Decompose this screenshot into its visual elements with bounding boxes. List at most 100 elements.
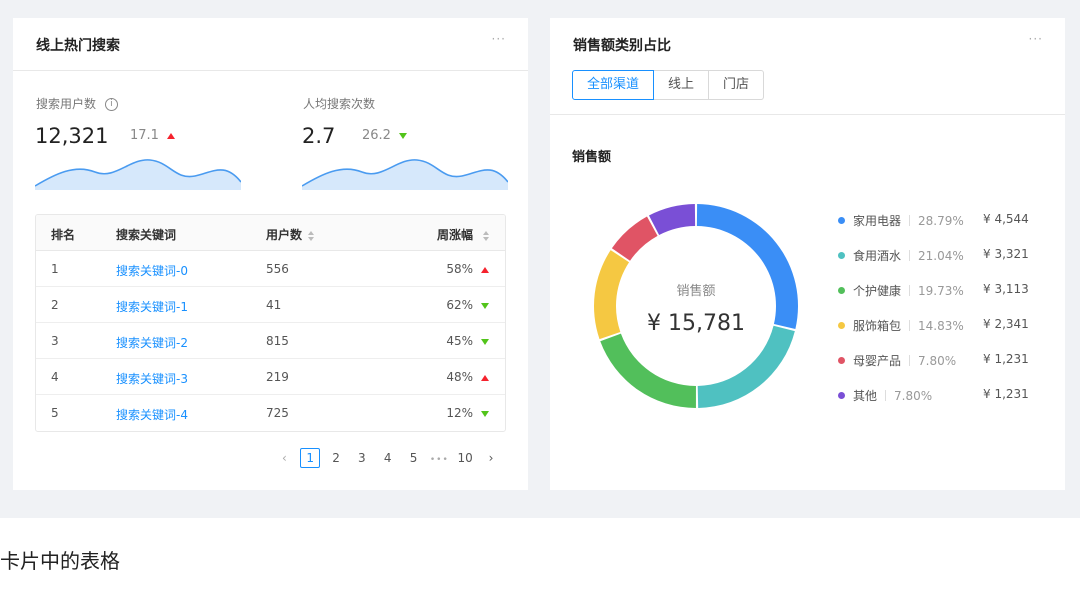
prev-page-icon[interactable]: ‹ bbox=[274, 448, 294, 468]
cell-users: 219 bbox=[266, 370, 289, 384]
more-icon[interactable]: ··· bbox=[492, 32, 506, 46]
search-users-value: 12,321 bbox=[35, 124, 109, 148]
legend-item[interactable]: 个护健康 19.73% ¥ 3,113 bbox=[838, 282, 1029, 298]
legend-amount: ¥ 3,321 bbox=[983, 247, 1029, 261]
page-5[interactable]: 5 bbox=[404, 448, 424, 468]
legend-item[interactable]: 母婴产品 7.80% ¥ 1,231 bbox=[838, 352, 1029, 368]
cell-users: 815 bbox=[266, 334, 289, 348]
keyword-link[interactable]: 搜索关键词-4 bbox=[116, 406, 188, 423]
page-10[interactable]: 10 bbox=[455, 448, 475, 468]
legend-percent: 21.04% bbox=[918, 248, 964, 263]
next-page-icon[interactable]: › bbox=[481, 448, 501, 468]
info-icon[interactable]: i bbox=[104, 98, 118, 111]
legend-amount: ¥ 1,231 bbox=[983, 352, 1029, 366]
page-4[interactable]: 4 bbox=[378, 448, 398, 468]
trend-down-icon bbox=[481, 302, 489, 309]
cell-change-text: 12% bbox=[446, 406, 473, 420]
avg-search-value: 2.7 bbox=[302, 124, 336, 148]
hot-search-title: 线上热门搜索 bbox=[36, 38, 120, 54]
sort-icon[interactable] bbox=[483, 230, 489, 241]
cell-users: 41 bbox=[266, 298, 282, 312]
trend-up-icon bbox=[481, 374, 489, 381]
legend-dot bbox=[838, 217, 845, 224]
search-users-label: 搜索用户数 i bbox=[36, 95, 118, 112]
page-2[interactable]: 2 bbox=[326, 448, 346, 468]
trend-down-icon bbox=[399, 132, 408, 139]
legend-percent: 7.80% bbox=[918, 353, 957, 368]
cell-change-text: 45% bbox=[446, 334, 473, 348]
hot-search-card-header: 线上热门搜索 ··· bbox=[13, 18, 528, 71]
search-users-sparkline bbox=[35, 159, 241, 190]
donut-slice-3[interactable]: 个护健康 bbox=[600, 333, 696, 408]
legend-item[interactable]: 食用酒水 21.04% ¥ 3,321 bbox=[838, 247, 1029, 263]
legend-amount: ¥ 4,544 bbox=[983, 212, 1029, 226]
legend-dot bbox=[838, 357, 845, 364]
cell-change: 12% bbox=[446, 406, 489, 420]
legend-name: 家用电器 bbox=[853, 214, 902, 228]
keyword-link[interactable]: 搜索关键词-2 bbox=[116, 334, 188, 351]
tab-store[interactable]: 门店 bbox=[708, 70, 765, 100]
trend-up-icon bbox=[167, 132, 176, 139]
legend-item[interactable]: 服饰箱包 14.83% ¥ 2,341 bbox=[838, 317, 1029, 333]
legend-item[interactable]: 家用电器 28.79% ¥ 4,544 bbox=[838, 212, 1029, 228]
cell-rank: 2 bbox=[51, 298, 59, 312]
cell-rank: 1 bbox=[51, 262, 59, 276]
search-users-label-text: 搜索用户数 bbox=[36, 97, 97, 111]
legend-percent: 14.83% bbox=[918, 318, 964, 333]
legend-amount: ¥ 3,113 bbox=[983, 282, 1029, 296]
cell-change: 58% bbox=[446, 262, 489, 276]
legend-dot bbox=[838, 392, 845, 399]
more-icon[interactable]: ··· bbox=[1029, 32, 1043, 46]
hot-search-table: 排名 搜索关键词 用户数 周涨幅 1 搜索关键词-0 556 58% 2 搜索关… bbox=[35, 214, 506, 432]
legend-name: 服饰箱包 bbox=[853, 319, 902, 333]
table-row: 4 搜索关键词-3 219 48% bbox=[36, 359, 505, 395]
tab-all-channels[interactable]: 全部渠道 bbox=[572, 70, 655, 100]
table-row: 3 搜索关键词-2 815 45% bbox=[36, 323, 505, 359]
cell-users: 725 bbox=[266, 406, 289, 420]
page-3[interactable]: 3 bbox=[352, 448, 372, 468]
col-rank: 排名 bbox=[51, 228, 76, 242]
legend-name: 食用酒水 bbox=[853, 249, 902, 263]
avg-search-sparkline bbox=[302, 159, 508, 190]
sales-category-title: 销售额类别占比 bbox=[573, 38, 671, 54]
trend-up-icon bbox=[481, 266, 489, 273]
legend-amount: ¥ 2,341 bbox=[983, 317, 1029, 331]
cell-rank: 3 bbox=[51, 334, 59, 348]
sales-donut-chart: 家用电器食用酒水个护健康服饰箱包母婴产品其他 bbox=[594, 204, 798, 408]
cell-rank: 5 bbox=[51, 406, 59, 420]
page-1[interactable]: 1 bbox=[300, 448, 321, 468]
donut-slice-6[interactable]: 其他 bbox=[648, 204, 696, 236]
tab-online[interactable]: 线上 bbox=[653, 70, 710, 100]
col-weekly-change-text: 周涨幅 bbox=[436, 228, 473, 242]
col-users-text: 用户数 bbox=[266, 228, 303, 242]
cell-change-text: 58% bbox=[446, 262, 473, 276]
col-weekly-change[interactable]: 周涨幅 bbox=[437, 226, 489, 243]
cell-rank: 4 bbox=[51, 370, 59, 384]
legend-name: 个护健康 bbox=[853, 284, 902, 298]
legend-amount: ¥ 1,231 bbox=[983, 387, 1029, 401]
legend-percent: 19.73% bbox=[918, 283, 964, 298]
donut-slice-5[interactable]: 母婴产品 bbox=[611, 216, 658, 261]
legend-percent: 28.79% bbox=[918, 213, 964, 228]
donut-center-value: ¥ 15,781 bbox=[647, 311, 745, 336]
sort-icon[interactable] bbox=[308, 230, 315, 241]
page-caption: 卡片中的表格 bbox=[0, 549, 120, 573]
donut-slice-2[interactable]: 食用酒水 bbox=[697, 325, 795, 408]
legend-item[interactable]: 其他 7.80% ¥ 1,231 bbox=[838, 387, 1029, 403]
legend-dot bbox=[838, 252, 845, 259]
page-ellipsis[interactable]: ••• bbox=[429, 450, 449, 470]
cell-change: 48% bbox=[446, 370, 489, 384]
table-header: 排名 搜索关键词 用户数 周涨幅 bbox=[36, 215, 505, 251]
keyword-link[interactable]: 搜索关键词-0 bbox=[116, 262, 188, 279]
divider bbox=[550, 114, 1065, 115]
table-row: 2 搜索关键词-1 41 62% bbox=[36, 287, 505, 323]
keyword-link[interactable]: 搜索关键词-3 bbox=[116, 370, 188, 387]
search-users-change-text: 17.1 bbox=[130, 128, 159, 143]
cell-change-text: 62% bbox=[446, 298, 473, 312]
col-users[interactable]: 用户数 bbox=[266, 226, 315, 243]
hot-search-card: 线上热门搜索 ··· 搜索用户数 i 12,321 17.1 人均搜索次数 2.… bbox=[13, 18, 528, 490]
keyword-link[interactable]: 搜索关键词-1 bbox=[116, 298, 188, 315]
avg-search-change-text: 26.2 bbox=[362, 128, 391, 143]
legend-dot bbox=[838, 287, 845, 294]
channel-tabs: 全部渠道 线上 门店 bbox=[572, 70, 765, 100]
